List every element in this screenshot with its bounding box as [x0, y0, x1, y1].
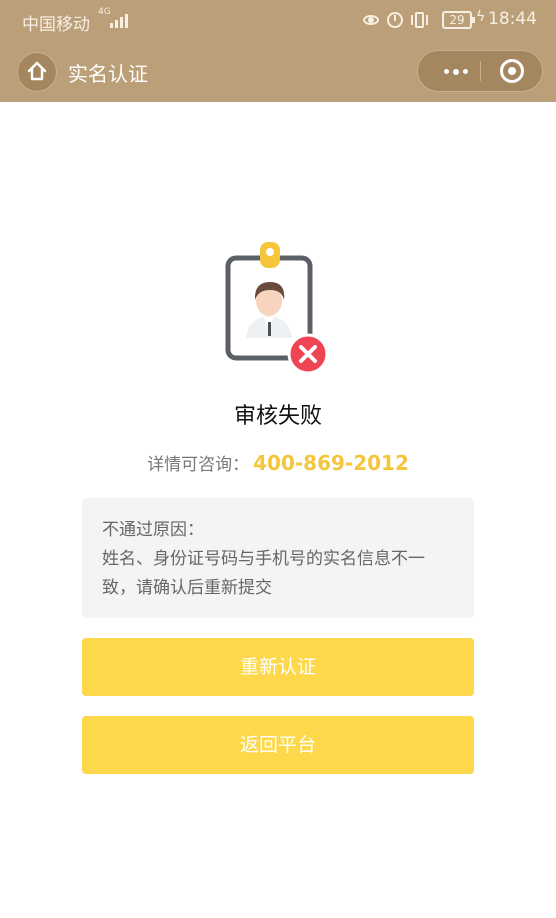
reason-label: 不通过原因： — [102, 520, 204, 540]
miniapp-close-button[interactable] — [484, 51, 540, 91]
alarm-icon — [386, 11, 404, 29]
page-title: 实名认证 — [68, 62, 148, 86]
reverify-button[interactable]: 重新认证 — [82, 638, 474, 696]
reason-text: 姓名、身份证号码与手机号的实名信息不一致，请确认后重新提交 — [102, 549, 425, 598]
verification-failed-illustration — [224, 238, 334, 375]
more-button[interactable] — [434, 51, 478, 91]
carrier-name: 中国移动 — [22, 15, 90, 35]
status-time: 18:44 — [488, 9, 537, 29]
status-bar: 中国移动 4G 29 ϟ 18:44 — [0, 0, 556, 40]
contact-line: 详情可咨询： 400-869-2012 — [0, 450, 556, 475]
network-type: 4G — [98, 7, 111, 17]
contact-label: 详情可咨询： — [147, 455, 250, 475]
eye-icon — [362, 11, 380, 29]
home-button[interactable] — [17, 52, 57, 92]
rejection-reason-box: 不通过原因： 姓名、身份证号码与手机号的实名信息不一致，请确认后重新提交 — [82, 498, 474, 618]
charging-icon: ϟ — [476, 9, 486, 25]
battery-icon: 29 — [442, 11, 475, 29]
phone-number[interactable]: 400-869-2012 — [253, 451, 409, 475]
vibrate-icon — [410, 11, 428, 29]
back-to-platform-button[interactable]: 返回平台 — [82, 716, 474, 774]
miniapp-capsule — [417, 50, 543, 92]
result-title: 审核失败 — [233, 404, 322, 429]
home-icon — [27, 61, 47, 81]
signal-icon — [110, 12, 128, 28]
top-bar: 中国移动 4G 29 ϟ 18:44 实名认证 — [0, 0, 556, 102]
capsule-divider — [480, 61, 481, 81]
